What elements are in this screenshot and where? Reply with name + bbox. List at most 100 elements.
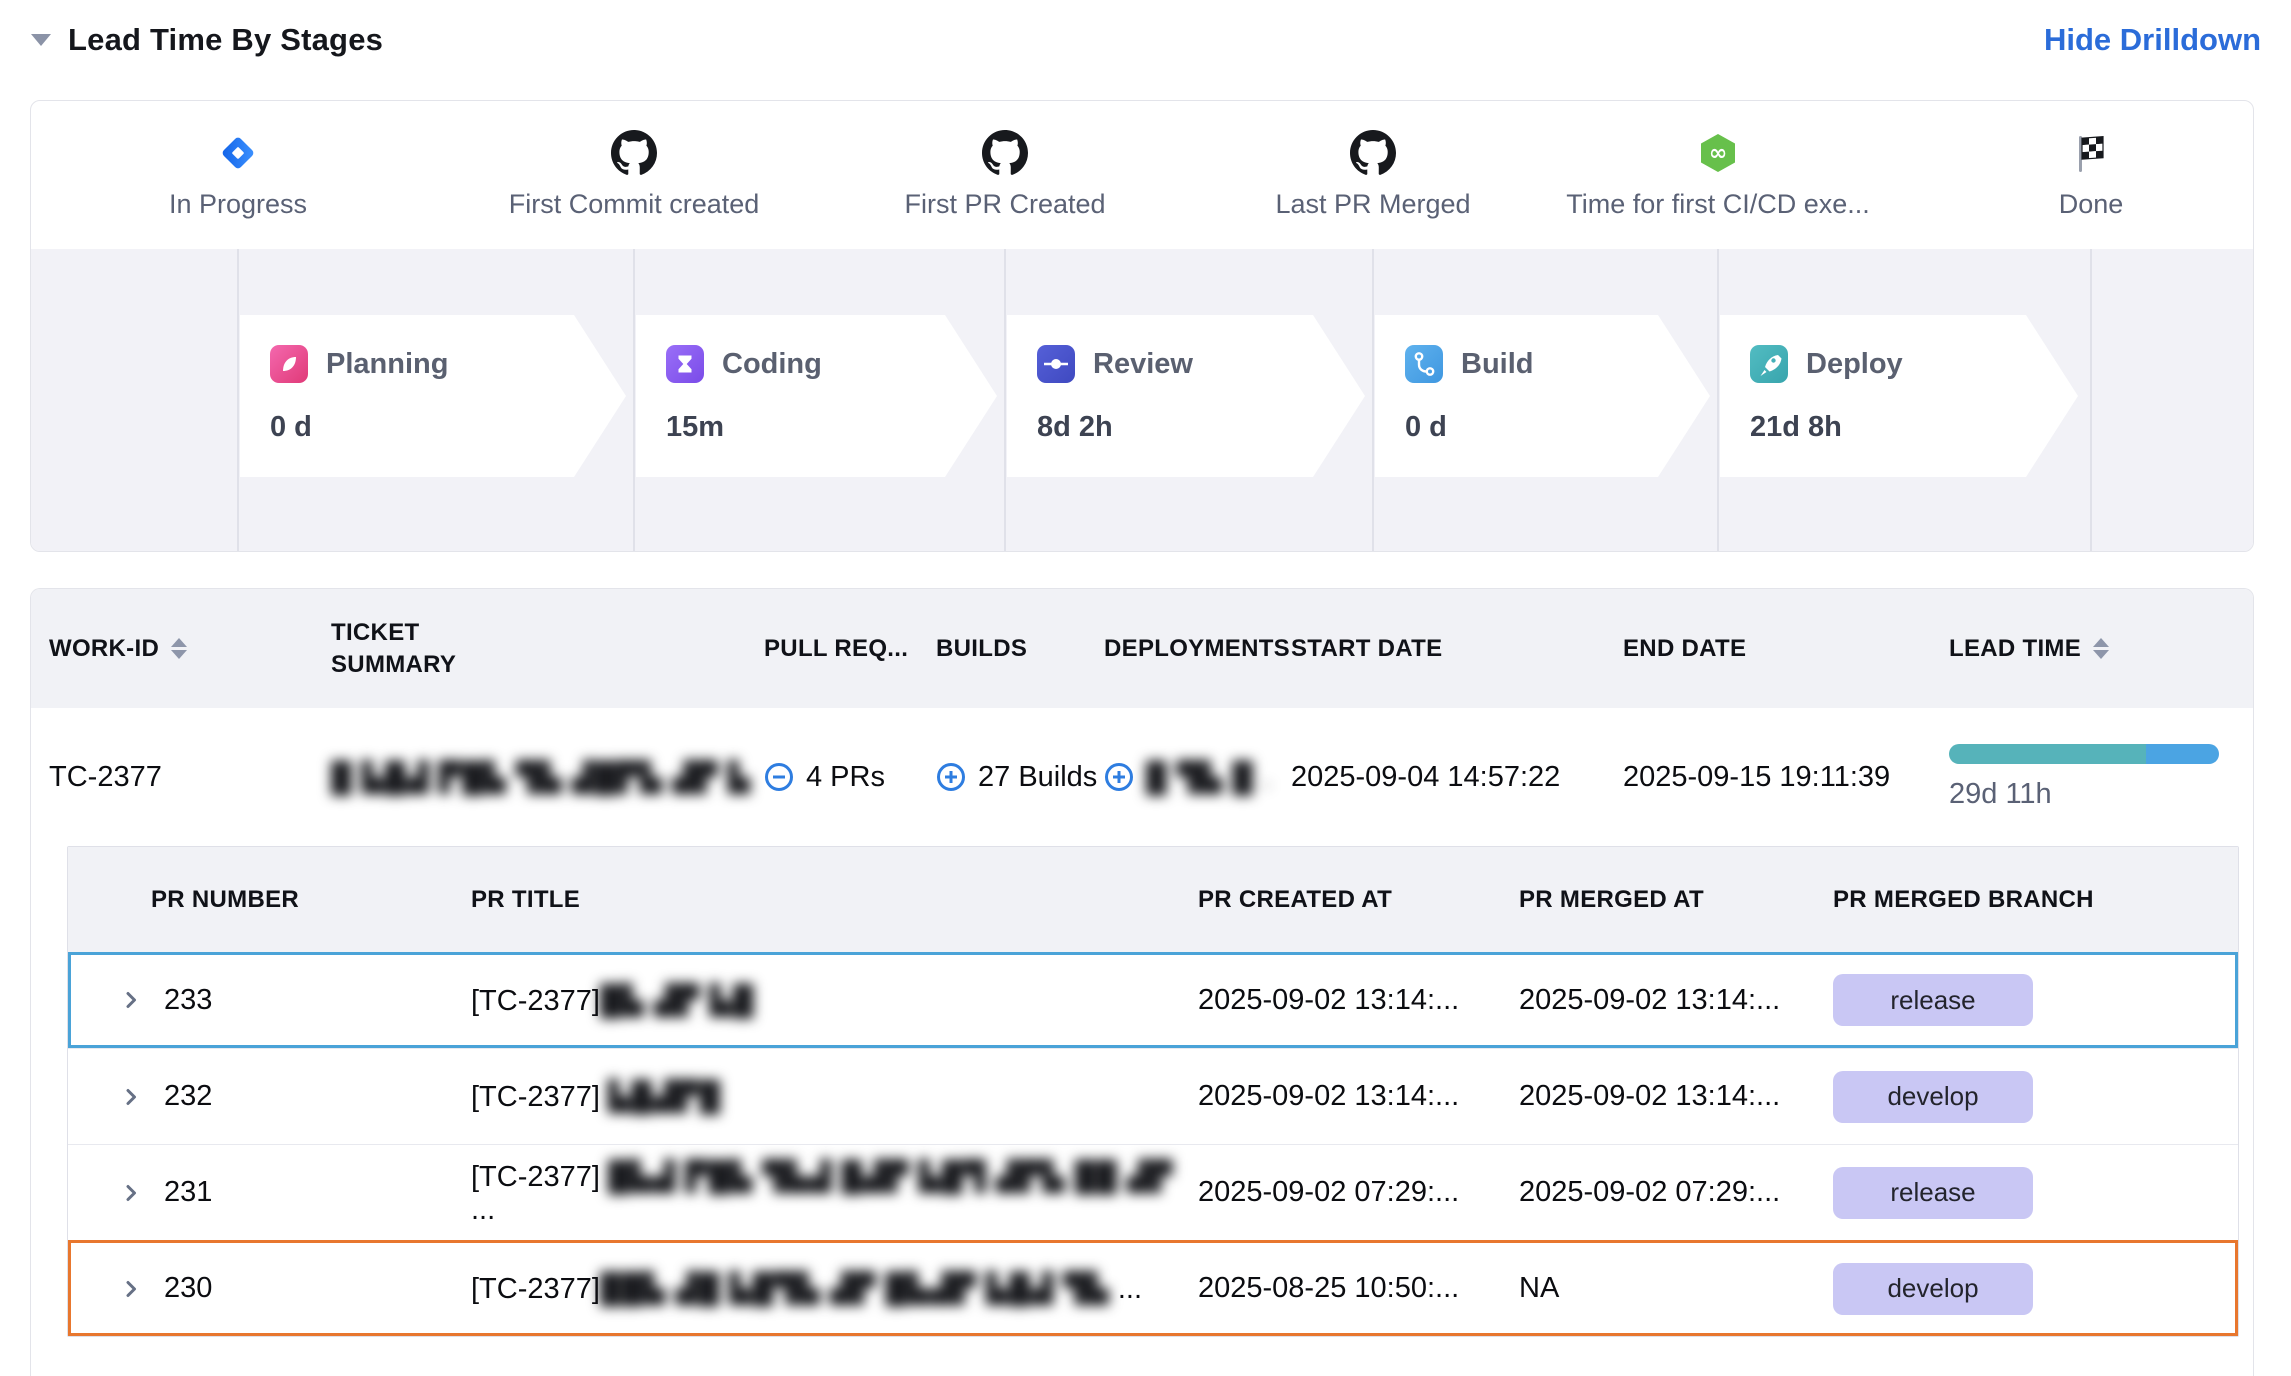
stage-duration: 8d 2h	[1037, 411, 1365, 444]
pr-title: [TC-2377] █▙▟ ▛█▙ ▜▙▟ █▟▛ ▙█▜ ▟▛▙ ██ ▟▛ …	[471, 1159, 1198, 1227]
deploy-rocket-icon	[1750, 345, 1788, 383]
milestone-label: Done	[1881, 189, 2254, 220]
column-header-start-date: START DATE	[1291, 633, 1623, 664]
pr-table-row[interactable]: 231 [TC-2377] █▙▟ ▛█▙ ▜▙▟ █▟▛ ▙█▜ ▟▛▙ ██…	[68, 1144, 2238, 1240]
ticket-summary-cell: █ ▙█▟ ▛█▙ ▜▙ ▟█▛▙ ▟▛ ▙	[331, 760, 764, 795]
column-header-deployments: DEPLOYMENTS	[1104, 633, 1291, 664]
column-header-pr-merged: PR MERGED AT	[1519, 886, 1833, 914]
lead-time-value: 29d 11h	[1949, 778, 2235, 811]
stage-name: Coding	[722, 348, 822, 381]
expand-chevron-icon[interactable]	[120, 1278, 142, 1300]
checkered-flag-icon	[1881, 127, 2254, 179]
column-header-builds: BUILDS	[936, 633, 1104, 664]
deployments-toggle[interactable]: █ ▜▙ █ .	[1104, 760, 1291, 795]
pr-title: [TC-2377]██▙ ▟█ ▙█▜▙ ▟▛ █▙▟▛ ▙█▟ ▜▙ ...	[471, 1271, 1198, 1306]
branch-badge: release	[1833, 974, 2033, 1026]
builds-toggle[interactable]: 27 Builds	[936, 761, 1104, 794]
pr-table-row[interactable]: 230 [TC-2377]██▙ ▟█ ▙█▜▙ ▟▛ █▙▟▛ ▙█▟ ▜▙ …	[68, 1240, 2238, 1336]
section-header: Lead Time By Stages Hide Drilldown	[30, 14, 2261, 66]
stage-build: Build 0 d	[1375, 315, 1710, 477]
expand-circle-plus-icon[interactable]	[936, 762, 966, 792]
column-header-pull-requests: PULL REQ...	[764, 633, 936, 664]
milestone-in-progress: In Progress	[30, 127, 448, 220]
review-icon	[1037, 345, 1075, 383]
stage-name: Build	[1461, 348, 1534, 381]
lead-time-stages-panel: In Progress First Commit created First P…	[30, 100, 2254, 552]
milestone-label: First Commit created	[424, 189, 844, 220]
stage-name: Planning	[326, 348, 448, 381]
lead-time-bar-blue	[2146, 744, 2219, 764]
stage-band: Planning 0 d Coding 15m Rev	[31, 249, 2253, 551]
column-header-end-date: END DATE	[1623, 633, 1949, 664]
github-icon	[795, 127, 1215, 179]
work-table-header-row: WORK-ID TICKET SUMMARY PULL REQ... BUILD…	[31, 589, 2253, 708]
column-header-ticket-summary: TICKET SUMMARY	[331, 617, 764, 679]
column-header-pr-created: PR CREATED AT	[1198, 886, 1519, 914]
stage-duration: 0 d	[1405, 411, 1710, 444]
pr-number: 231	[164, 1176, 212, 1209]
stage-separator	[1372, 249, 1374, 551]
pr-title: [TC-2377] ▙█▟▛█	[471, 1079, 1198, 1114]
expand-chevron-icon[interactable]	[120, 1086, 142, 1108]
stage-separator	[1004, 249, 1006, 551]
svg-text:∞: ∞	[1709, 141, 1727, 166]
pr-branch-cell: develop	[1833, 1263, 2238, 1315]
milestone-first-commit: First Commit created	[424, 127, 844, 220]
pr-merged-at: 2025-09-02 13:14:...	[1519, 1080, 1833, 1113]
expand-circle-plus-icon[interactable]	[1104, 762, 1134, 792]
milestone-first-pr: First PR Created	[795, 127, 1215, 220]
stage-separator	[633, 249, 635, 551]
pr-created-at: 2025-09-02 13:14:...	[1198, 1080, 1519, 1113]
column-header-pr-title: PR TITLE	[471, 886, 1198, 914]
stage-name: Review	[1093, 348, 1193, 381]
pr-merged-at: 2025-09-02 07:29:...	[1519, 1176, 1833, 1209]
stage-deploy: Deploy 21d 8h	[1720, 315, 2078, 477]
pr-table-row[interactable]: 233 [TC-2377]█▙ ▟▛ ▙█ 2025-09-02 13:14:.…	[68, 952, 2238, 1048]
stage-name: Deploy	[1806, 348, 1903, 381]
pr-branch-cell: release	[1833, 1167, 2238, 1219]
pr-branch-cell: release	[1833, 974, 2238, 1026]
stage-separator	[2090, 249, 2092, 551]
stage-duration: 15m	[666, 411, 997, 444]
pr-created-at: 2025-08-25 10:50:...	[1198, 1272, 1519, 1305]
expand-chevron-icon[interactable]	[120, 989, 142, 1011]
milestone-label: First PR Created	[795, 189, 1215, 220]
coding-icon	[666, 345, 704, 383]
pr-branch-cell: develop	[1833, 1071, 2238, 1123]
pr-merged-at: NA	[1519, 1272, 1833, 1305]
stage-separator	[1717, 249, 1719, 551]
branch-badge: release	[1833, 1167, 2033, 1219]
build-icon	[1405, 345, 1443, 383]
column-header-pr-branch: PR MERGED BRANCH	[1833, 884, 2238, 915]
column-header-work-id[interactable]: WORK-ID	[49, 633, 331, 664]
pr-title: [TC-2377]█▙ ▟▛ ▙█	[471, 983, 1198, 1018]
milestone-done: Done	[1881, 127, 2254, 220]
collapse-triangle-icon[interactable]	[30, 33, 52, 47]
milestone-label: In Progress	[30, 189, 448, 220]
sort-icon[interactable]	[171, 638, 187, 659]
pr-table-row[interactable]: 232 [TC-2377] ▙█▟▛█ 2025-09-02 13:14:...…	[68, 1048, 2238, 1144]
column-header-lead-time[interactable]: LEAD TIME	[1949, 633, 2235, 664]
stage-planning: Planning 0 d	[240, 315, 626, 477]
hide-drilldown-link[interactable]: Hide Drilldown	[2044, 22, 2261, 58]
planning-icon	[270, 345, 308, 383]
column-header-pr-number: PR NUMBER	[68, 886, 471, 914]
work-items-table: WORK-ID TICKET SUMMARY PULL REQ... BUILD…	[30, 588, 2254, 1376]
end-date-cell: 2025-09-15 19:11:39	[1623, 761, 1949, 794]
stage-review: Review 8d 2h	[1007, 315, 1365, 477]
stage-separator	[237, 249, 239, 551]
collapse-circle-minus-icon[interactable]	[764, 762, 794, 792]
milestone-cicd: ∞ Time for first CI/CD exe...	[1508, 127, 1928, 220]
start-date-cell: 2025-09-04 14:57:22	[1291, 761, 1623, 794]
sort-icon[interactable]	[2093, 638, 2109, 659]
pr-created-at: 2025-09-02 13:14:...	[1198, 984, 1519, 1017]
github-icon	[424, 127, 844, 179]
work-table-row: TC-2377 █ ▙█▟ ▛█▙ ▜▙ ▟█▛▙ ▟▛ ▙ 4 PRs 27 …	[31, 708, 2253, 846]
pr-merged-at: 2025-09-02 13:14:...	[1519, 984, 1833, 1017]
pull-requests-toggle[interactable]: 4 PRs	[764, 761, 936, 794]
expand-chevron-icon[interactable]	[120, 1182, 142, 1204]
pr-number: 232	[164, 1080, 212, 1113]
pr-created-at: 2025-09-02 07:29:...	[1198, 1176, 1519, 1209]
cicd-icon: ∞	[1508, 127, 1928, 179]
branch-badge: develop	[1833, 1263, 2033, 1315]
